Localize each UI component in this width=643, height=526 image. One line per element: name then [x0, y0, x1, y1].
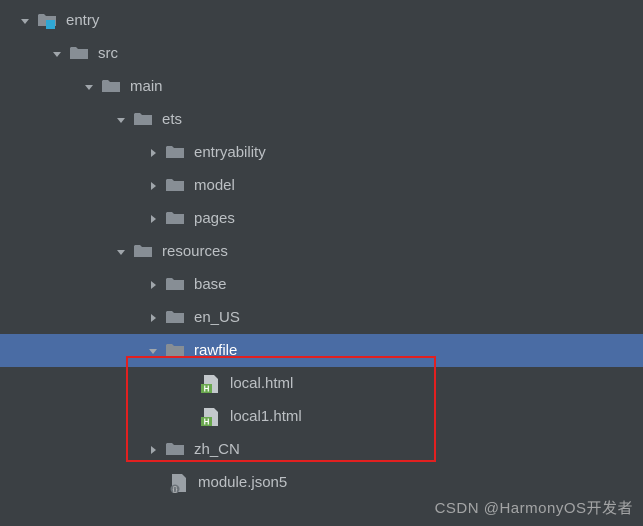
folder-icon [132, 241, 154, 263]
tree-item-label: rawfile [194, 343, 237, 358]
chevron-right-icon[interactable] [144, 441, 162, 459]
arrow-none [148, 474, 166, 492]
chevron-down-icon[interactable] [48, 45, 66, 63]
folder-icon [164, 274, 186, 296]
folder-icon [164, 175, 186, 197]
html-file-icon [200, 373, 222, 395]
folder-icon [132, 109, 154, 131]
tree-row-base[interactable]: base [0, 268, 643, 301]
tree-row-entryability[interactable]: entryability [0, 136, 643, 169]
tree-item-label: local1.html [230, 409, 302, 424]
chevron-right-icon[interactable] [144, 144, 162, 162]
json5-file-icon [168, 472, 190, 494]
tree-row-zh_CN[interactable]: zh_CN [0, 433, 643, 466]
arrow-none [180, 375, 198, 393]
folder-icon [100, 76, 122, 98]
chevron-down-icon[interactable] [16, 12, 34, 30]
chevron-down-icon[interactable] [144, 342, 162, 360]
folder-icon [164, 208, 186, 230]
folder-icon [164, 142, 186, 164]
folder-icon [164, 340, 186, 362]
tree-row-local1-html[interactable]: local1.html [0, 400, 643, 433]
chevron-right-icon[interactable] [144, 309, 162, 327]
tree-row-rawfile[interactable]: rawfile [0, 334, 643, 367]
chevron-right-icon[interactable] [144, 210, 162, 228]
tree-row-local-html[interactable]: local.html [0, 367, 643, 400]
tree-item-label: zh_CN [194, 442, 240, 457]
chevron-down-icon[interactable] [112, 243, 130, 261]
tree-item-label: local.html [230, 376, 293, 391]
tree-item-label: src [98, 46, 118, 61]
tree-item-label: ets [162, 112, 182, 127]
folder-icon [68, 43, 90, 65]
tree-row-pages[interactable]: pages [0, 202, 643, 235]
tree-item-label: en_US [194, 310, 240, 325]
tree-row-resources[interactable]: resources [0, 235, 643, 268]
tree-row-en_US[interactable]: en_US [0, 301, 643, 334]
tree-row-main[interactable]: main [0, 70, 643, 103]
project-tree: entry src main ets entryability model pages res… [0, 0, 643, 499]
tree-item-label: entry [66, 13, 99, 28]
html-file-icon [200, 406, 222, 428]
tree-row-src[interactable]: src [0, 37, 643, 70]
chevron-right-icon[interactable] [144, 177, 162, 195]
arrow-none [180, 408, 198, 426]
tree-item-label: entryability [194, 145, 266, 160]
folder-icon [164, 307, 186, 329]
chevron-right-icon[interactable] [144, 276, 162, 294]
chevron-down-icon[interactable] [80, 78, 98, 96]
watermark: CSDN @HarmonyOS开发者 [435, 497, 633, 518]
tree-item-label: resources [162, 244, 228, 259]
tree-item-label: module.json5 [198, 475, 287, 490]
folder-icon [164, 439, 186, 461]
tree-row-module-json5[interactable]: module.json5 [0, 466, 643, 499]
chevron-down-icon[interactable] [112, 111, 130, 129]
tree-item-label: base [194, 277, 227, 292]
tree-item-label: pages [194, 211, 235, 226]
tree-item-label: main [130, 79, 163, 94]
tree-item-label: model [194, 178, 235, 193]
tree-row-ets[interactable]: ets [0, 103, 643, 136]
module-folder-icon [36, 10, 58, 32]
tree-row-entry[interactable]: entry [0, 4, 643, 37]
tree-row-model[interactable]: model [0, 169, 643, 202]
